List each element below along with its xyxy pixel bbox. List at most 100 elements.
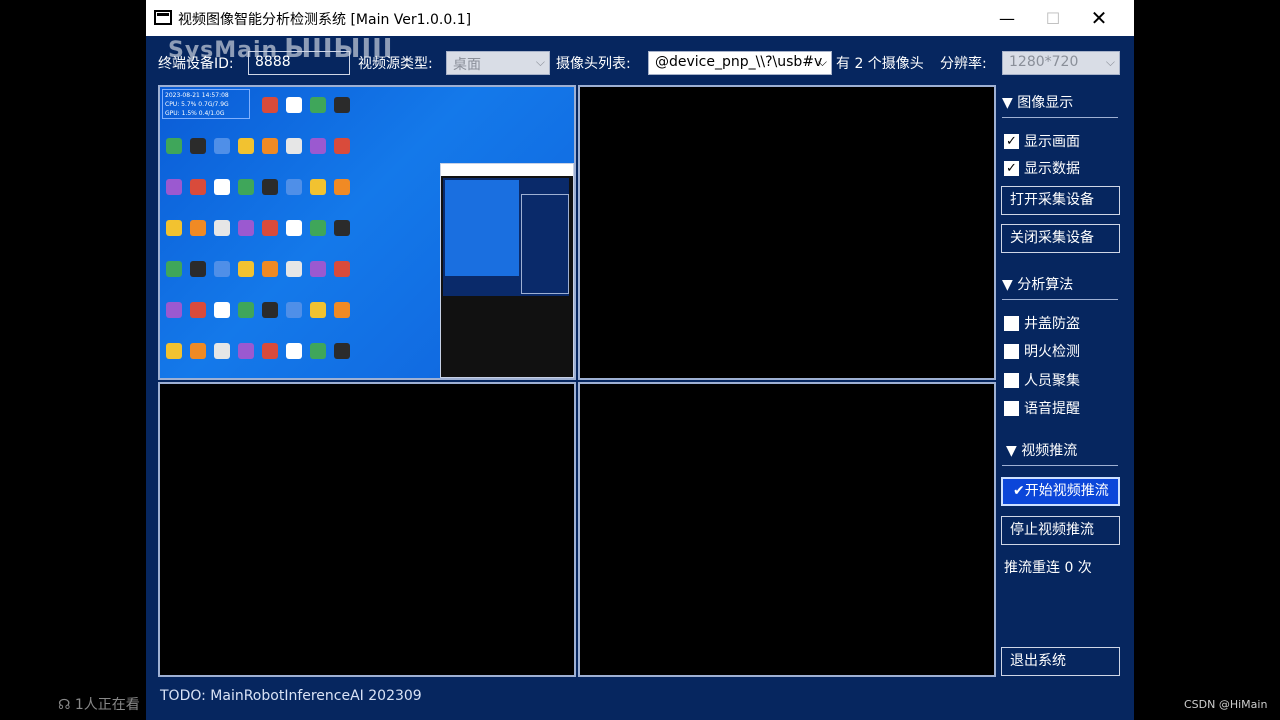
desktop-shortcut-icon: [286, 97, 302, 113]
footer-status-text: TODO: MainRobotInferenceAI 202309: [160, 688, 422, 704]
desktop-shortcut-icon: [310, 220, 326, 236]
desktop-shortcut-icon: [286, 138, 302, 154]
csdn-credit: CSDN @HiMain: [1184, 698, 1268, 711]
chevron-down-icon: ⌵: [535, 55, 545, 69]
desktop-shortcut-icon: [166, 138, 182, 154]
desktop-shortcut-icon: [214, 261, 230, 277]
desktop-shortcut-icon: [166, 220, 182, 236]
display-section-header[interactable]: ▼ 图像显示: [1002, 92, 1073, 112]
video-panel-4: [578, 382, 996, 677]
source-type-select[interactable]: 桌面 ⌵: [446, 51, 550, 75]
reconnect-count-text: 推流重连 0 次: [1004, 560, 1092, 576]
checkbox-checked-icon: ✓: [1004, 133, 1019, 149]
desktop-shortcut-icon: [166, 343, 182, 359]
desktop-shortcut-icon: [238, 220, 254, 236]
video-panel-3: [158, 382, 576, 677]
checkbox-checked-icon: ✓: [1004, 160, 1019, 176]
camera-list-select[interactable]: @device_pnp_\\?\usb#v ⌵: [648, 51, 832, 75]
divider: [1002, 299, 1118, 300]
desktop-shortcut-icon: [214, 138, 230, 154]
desktop-shortcut-icon: [238, 179, 254, 195]
resolution-label: 分辨率:: [940, 56, 987, 72]
window-title: 视频图像智能分析检测系统 [Main Ver1.0.0.1]: [178, 12, 472, 28]
device-id-input[interactable]: 8888: [248, 51, 350, 75]
desktop-shortcut-icon: [262, 97, 278, 113]
resolution-value: 1280*720: [1009, 54, 1079, 70]
exit-button[interactable]: 退出系统: [1001, 647, 1120, 676]
desktop-shortcut-icon: [214, 302, 230, 318]
desktop-shortcut-icon: [238, 302, 254, 318]
desktop-shortcut-icon: [190, 179, 206, 195]
desktop-shortcut-icon: [262, 343, 278, 359]
desktop-shortcut-icon: [190, 138, 206, 154]
device-id-label: 终端设备ID:: [158, 56, 234, 72]
desktop-shortcut-icon: [190, 343, 206, 359]
overlay-line: 2023-08-21 14:57:08: [165, 92, 229, 99]
checkbox-icon: [1004, 400, 1019, 416]
desktop-shortcut-icon: [310, 138, 326, 154]
show-data-checkbox[interactable]: ✓ 显示数据: [1004, 158, 1080, 178]
open-device-button[interactable]: 打开采集设备: [1001, 186, 1120, 215]
desktop-shortcut-icon: [310, 302, 326, 318]
desktop-shortcut-icon: [334, 179, 350, 195]
show-data-label: 显示数据: [1024, 161, 1080, 177]
desktop-shortcut-icon: [286, 302, 302, 318]
minimize-button[interactable]: —: [984, 0, 1030, 36]
video-panel-1: 2023-08-21 14:57:08 CPU: 5.7% 0.7G/7.9G …: [158, 85, 576, 380]
maximize-button[interactable]: ☐: [1030, 0, 1076, 36]
title-bar[interactable]: 视频图像智能分析检测系统 [Main Ver1.0.0.1] — ☐ ✕: [146, 0, 1134, 36]
chevron-down-icon: ⌵: [1105, 55, 1115, 69]
viewers-icon: ☊: [58, 697, 71, 713]
close-device-button[interactable]: 关闭采集设备: [1001, 224, 1120, 253]
desktop-shortcut-icon: [214, 220, 230, 236]
voice-alert-checkbox[interactable]: 语音提醒: [1004, 398, 1080, 418]
desktop-shortcut-icon: [166, 302, 182, 318]
show-frame-checkbox[interactable]: ✓ 显示画面: [1004, 131, 1080, 151]
desktop-shortcut-icon: [334, 138, 350, 154]
video-panel-2: [578, 85, 996, 380]
algorithm-label: 明火检测: [1024, 344, 1080, 360]
algorithm-label: 井盖防盗: [1024, 316, 1080, 332]
desktop-shortcut-icon: [310, 343, 326, 359]
desktop-shortcut-icon: [262, 261, 278, 277]
desktop-shortcut-icon: [286, 261, 302, 277]
app-window: 视频图像智能分析检测系统 [Main Ver1.0.0.1] — ☐ ✕ Sys…: [146, 0, 1134, 720]
checkbox-icon: [1004, 315, 1019, 331]
checkbox-icon: [1004, 372, 1019, 388]
viewer-count: ☊ 1人正在看: [58, 694, 140, 714]
overlay-line: GPU: 1.5% 0.4/1.0G: [165, 110, 225, 117]
manhole-theft-checkbox[interactable]: 井盖防盗: [1004, 313, 1080, 333]
desktop-shortcut-icon: [238, 261, 254, 277]
crowd-gathering-checkbox[interactable]: 人员聚集: [1004, 370, 1080, 390]
chevron-down-icon: ⌵: [817, 55, 827, 69]
camera-count-text: 有 2 个摄像头: [836, 56, 924, 72]
desktop-shortcut-icon: [262, 138, 278, 154]
desktop-shortcut-icon: [286, 220, 302, 236]
stats-overlay: 2023-08-21 14:57:08 CPU: 5.7% 0.7G/7.9G …: [162, 89, 250, 119]
show-frame-label: 显示画面: [1024, 134, 1080, 150]
checkbox-icon: [1004, 343, 1019, 359]
desktop-shortcut-icon: [334, 97, 350, 113]
stream-section-header[interactable]: ▼ 视频推流: [1006, 440, 1077, 460]
start-stream-button[interactable]: ✔开始视频推流: [1001, 477, 1120, 506]
close-button[interactable]: ✕: [1076, 0, 1122, 36]
viewer-count-text: 1人正在看: [74, 697, 140, 713]
desktop-shortcut-icon: [166, 179, 182, 195]
stop-stream-button[interactable]: 停止视频推流: [1001, 516, 1120, 545]
desktop-shortcut-icon: [262, 302, 278, 318]
resolution-select[interactable]: 1280*720 ⌵: [1002, 51, 1120, 75]
fire-detection-checkbox[interactable]: 明火检测: [1004, 341, 1080, 361]
nested-app-window-capture: [440, 163, 574, 378]
desktop-shortcut-icon: [190, 261, 206, 277]
desktop-shortcut-icon: [190, 302, 206, 318]
algorithm-label: 人员聚集: [1024, 373, 1080, 389]
desktop-shortcut-icon: [310, 179, 326, 195]
desktop-shortcut-icon: [334, 220, 350, 236]
desktop-shortcut-icon: [262, 179, 278, 195]
divider: [1002, 117, 1118, 118]
desktop-shortcut-icon: [214, 179, 230, 195]
source-type-value: 桌面: [453, 57, 481, 73]
desktop-shortcut-icon: [334, 302, 350, 318]
algorithm-section-header[interactable]: ▼ 分析算法: [1002, 274, 1073, 294]
overlay-line: CPU: 5.7% 0.7G/7.9G: [165, 101, 229, 108]
